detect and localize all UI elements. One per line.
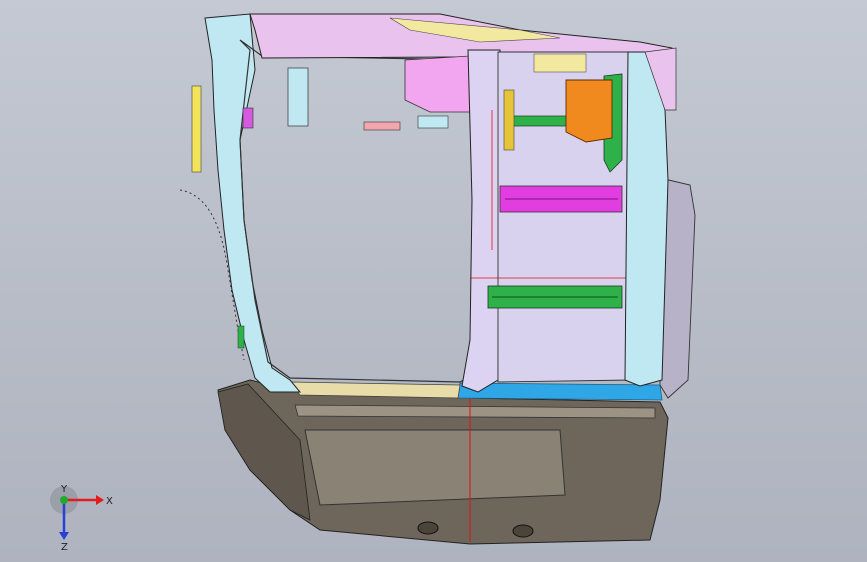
floating-part-4[interactable] <box>242 107 254 129</box>
triad-y-label: Y <box>60 484 68 495</box>
upper-pink-panel[interactable] <box>404 55 471 113</box>
coordinate-triad: X Y Z <box>50 484 113 552</box>
yellow-bracket-center[interactable] <box>503 89 515 151</box>
yellow-vertical-strip[interactable] <box>191 85 202 173</box>
floating-part-2[interactable] <box>363 121 401 131</box>
yellow-top-plate <box>533 53 587 73</box>
door-assembly-model[interactable] <box>0 0 867 562</box>
lower-door-recess <box>304 429 566 506</box>
lower-handle-right <box>512 524 534 538</box>
floating-part-1[interactable] <box>287 67 309 127</box>
small-green-clip <box>237 325 245 349</box>
triad-y-dot <box>60 496 68 504</box>
front-frame-cyan[interactable] <box>204 13 302 393</box>
triad-x-arrow-icon <box>96 495 104 505</box>
lower-handle-left <box>417 521 439 535</box>
floating-part-3[interactable] <box>417 115 449 129</box>
orange-hinge-bracket[interactable] <box>565 79 613 143</box>
rear-frame-cyan[interactable] <box>624 51 669 387</box>
triad-z-arrow-icon <box>59 532 69 540</box>
sill-tan[interactable] <box>289 381 461 399</box>
triad-z-label: Z <box>61 542 68 552</box>
cad-viewport[interactable]: X Y Z <box>0 0 867 562</box>
green-reinforcement-bar-upper[interactable] <box>509 115 571 127</box>
triad-x-label: X <box>106 496 113 507</box>
